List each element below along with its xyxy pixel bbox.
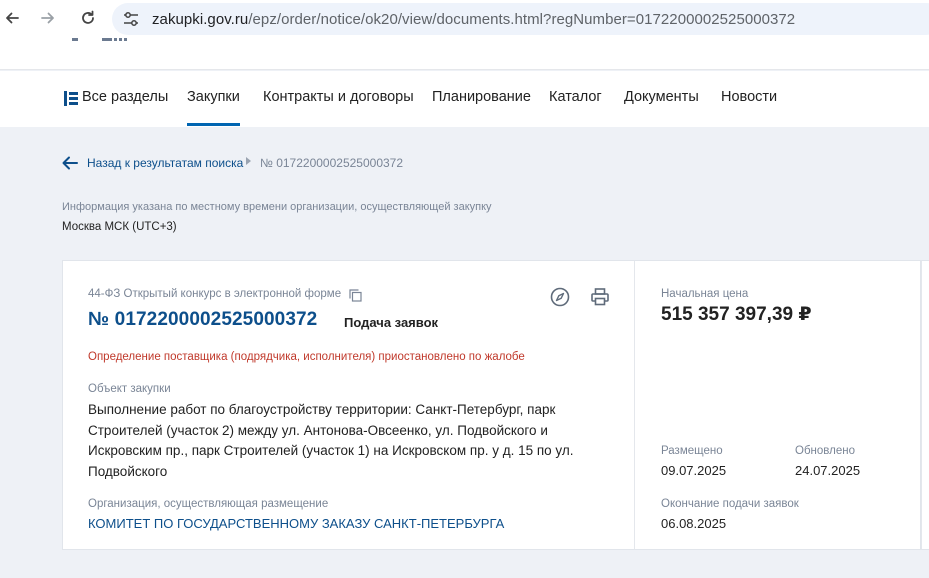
updated-date: 24.07.2025 [795, 463, 861, 478]
nav-tab-catalog[interactable]: Каталог [549, 89, 602, 105]
deadline-date: 06.08.2025 [661, 516, 727, 531]
url-host: zakupki.gov.ru [152, 11, 249, 28]
nav-tab-planning[interactable]: Планирование [432, 89, 531, 105]
deadline-label: Окончание подачи заявок [661, 498, 799, 510]
price-label: Начальная цена [661, 288, 749, 300]
back-arrow-blue-icon[interactable] [62, 156, 78, 170]
main-navigation: Все разделы Закупки Контракты и договоры… [0, 71, 929, 127]
print-icon[interactable] [590, 287, 610, 307]
timezone-note: Информация указана по местному времени о… [62, 201, 492, 213]
object-description: Выполнение работ по благоустройству терр… [88, 400, 588, 482]
object-line: Строителей (участок 2) между ул. Антонов… [88, 422, 548, 438]
organization-link[interactable]: КОМИТЕТ ПО ГОСУДАРСТВЕННОМУ ЗАКАЗУ САНКТ… [88, 516, 504, 531]
posted-label: Размещено [661, 445, 723, 457]
timezone-value: Москва МСК (UTC+3) [62, 221, 177, 233]
nav-tab-contracts[interactable]: Контракты и договоры [263, 89, 414, 105]
organization-label: Организация, осуществляющая размещение [88, 498, 329, 510]
url-path: /epz/order/notice/ok20/view/documents.ht… [248, 11, 796, 28]
forward-arrow-icon[interactable] [38, 9, 58, 29]
nav-tab-news[interactable]: Новости [721, 89, 777, 105]
object-line: Выполнение работ по благоустройству терр… [88, 402, 556, 417]
reload-icon[interactable] [78, 9, 98, 29]
notice-stage: Подача заявок [344, 315, 439, 330]
logo-fragment [72, 38, 132, 46]
initial-price: 515 357 397,39 ₽ [661, 304, 812, 325]
sections-grid-icon[interactable] [64, 91, 78, 106]
object-line: Искровским пр., парк Строителей (участок… [88, 443, 574, 458]
nav-all-sections[interactable]: Все разделы [82, 89, 168, 105]
copy-icon[interactable] [349, 289, 362, 302]
nav-tab-documents[interactable]: Документы [624, 89, 699, 105]
breadcrumb-current: № 0172200002525000372 [260, 156, 404, 170]
summary-card: Начальная цена 515 357 397,39 ₽ Размещен… [634, 260, 921, 550]
next-card-edge [921, 260, 929, 550]
notice-number-link[interactable]: № 0172200002525000372 [88, 309, 317, 331]
chevron-right-icon [246, 157, 251, 165]
browser-toolbar: zakupki.gov.ru/epz/order/notice/ok20/vie… [0, 0, 929, 38]
back-to-results-link[interactable]: Назад к результатам поиска [87, 156, 243, 170]
notice-card: 44-ФЗ Открытый конкурс в электронной фор… [62, 260, 634, 550]
address-bar[interactable]: zakupki.gov.ru/epz/order/notice/ok20/vie… [112, 3, 929, 35]
posted-date: 09.07.2025 [661, 463, 727, 478]
object-line: Подвойского [88, 463, 168, 479]
object-label: Объект закупки [88, 383, 171, 395]
site-header-strip [0, 38, 929, 70]
notice-law-type: 44-ФЗ Открытый конкурс в электронной фор… [88, 288, 342, 300]
url-text[interactable]: zakupki.gov.ru/epz/order/notice/ok20/vie… [152, 11, 795, 28]
site-settings-icon[interactable] [122, 11, 140, 27]
suspension-notice: Определение поставщика (подрядчика, испо… [88, 351, 525, 363]
nav-tab-purchases[interactable]: Закупки [187, 89, 240, 126]
compass-icon[interactable] [550, 287, 570, 307]
back-arrow-icon[interactable] [2, 9, 22, 29]
updated-label: Обновлено [795, 445, 855, 457]
